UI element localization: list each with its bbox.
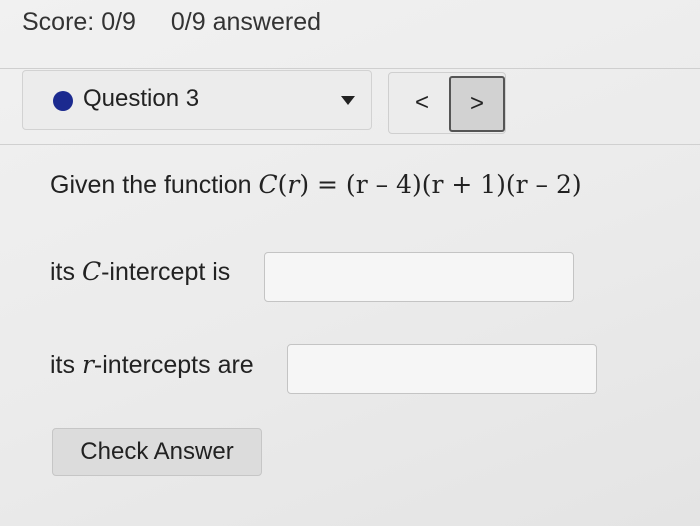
chevron-left-icon: <: [414, 89, 429, 116]
chevron-right-icon: >: [469, 90, 484, 117]
question-selector-label: Question 3: [83, 85, 200, 112]
r-intercepts-input[interactable]: [287, 344, 597, 394]
function-variable: r: [287, 170, 300, 199]
score-text: Score: 0/9: [22, 8, 136, 36]
c-variable: C: [81, 257, 102, 286]
question-selector[interactable]: Question 3: [22, 70, 372, 130]
function-expression: C(r) = (r – 4)(r + 1)(r – 2): [258, 170, 582, 199]
section-divider: [0, 144, 700, 145]
prompt-intro: Given the function: [50, 171, 259, 199]
c-intercept-label: its C-intercept is: [50, 257, 231, 286]
previous-question-button[interactable]: <: [397, 79, 447, 127]
equation-rest: = (r – 4)(r + 1)(r – 2): [309, 170, 582, 199]
next-question-button[interactable]: >: [449, 76, 505, 132]
check-answer-button[interactable]: Check Answer: [52, 428, 262, 476]
answered-count: 0/9 answered: [170, 8, 322, 36]
header-divider: [0, 68, 700, 69]
r-intercepts-label: its r-intercepts are: [50, 350, 254, 379]
c-intercept-input[interactable]: [264, 252, 574, 302]
r-variable: r: [81, 350, 94, 379]
question-status-dot-icon: [53, 91, 73, 111]
function-name: C: [258, 170, 278, 199]
question-nav-group: < >: [388, 72, 506, 134]
caret-down-icon: [341, 96, 355, 105]
question-prompt: Given the function C(r) = (r – 4)(r + 1)…: [50, 170, 582, 200]
score-bar: Score: 0/9 0/9 answered: [22, 8, 349, 37]
